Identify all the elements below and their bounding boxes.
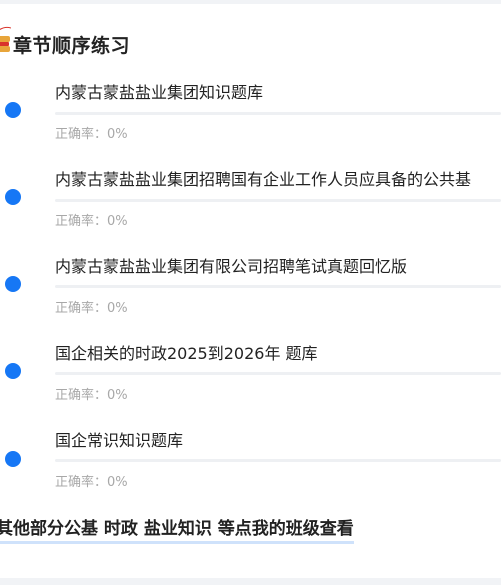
chapter-progress-bar	[55, 459, 501, 462]
chapter-status-dot	[5, 102, 21, 118]
chapter-progress-bar	[55, 285, 501, 288]
chapter-accuracy: 正确率：0%	[55, 127, 128, 142]
chapter-item[interactable]: 国企相关的时政2025到2026年 题库 正确率：0%	[0, 342, 501, 422]
chapter-item[interactable]: 内蒙古蒙盐盐业集团有限公司招聘笔试真题回忆版 正确率：0%	[0, 255, 501, 335]
chapter-accuracy: 正确率：0%	[55, 301, 128, 316]
chapter-title[interactable]: 内蒙古蒙盐盐业集团招聘国有企业工作人员应具备的公共基	[55, 169, 471, 191]
chapter-item[interactable]: 国企常识知识题库 正确率：0%	[0, 429, 501, 509]
class-view-link[interactable]: 其他部分公基 时政 盐业知识 等点我的班级查看	[0, 518, 354, 544]
chapter-progress-bar	[55, 372, 501, 375]
chapter-status-dot	[5, 276, 21, 292]
chapter-accuracy: 正确率：0%	[55, 214, 128, 229]
badge-icon	[0, 24, 12, 64]
chapter-progress-bar	[55, 199, 501, 202]
chapter-item[interactable]: 内蒙古蒙盐盐业集团知识题库 正确率：0%	[0, 80, 501, 160]
section-title: 章节顺序练习	[13, 34, 131, 57]
chapter-accuracy: 正确率：0%	[55, 475, 128, 490]
chapter-status-dot	[5, 189, 21, 205]
chapter-accuracy: 正确率：0%	[55, 388, 128, 403]
chapter-status-dot	[5, 363, 21, 379]
chapter-title[interactable]: 内蒙古蒙盐盐业集团有限公司招聘笔试真题回忆版	[55, 256, 407, 278]
chapter-status-dot	[5, 451, 21, 467]
chapter-title[interactable]: 内蒙古蒙盐盐业集团知识题库	[55, 82, 263, 104]
chapter-item[interactable]: 内蒙古蒙盐盐业集团招聘国有企业工作人员应具备的公共基 正确率：0%	[0, 167, 501, 247]
chapter-title[interactable]: 国企常识知识题库	[55, 430, 183, 452]
chapter-progress-bar	[55, 112, 501, 115]
chapter-title[interactable]: 国企相关的时政2025到2026年 题库	[55, 343, 318, 365]
section-header: 章节顺序练习	[0, 24, 130, 64]
